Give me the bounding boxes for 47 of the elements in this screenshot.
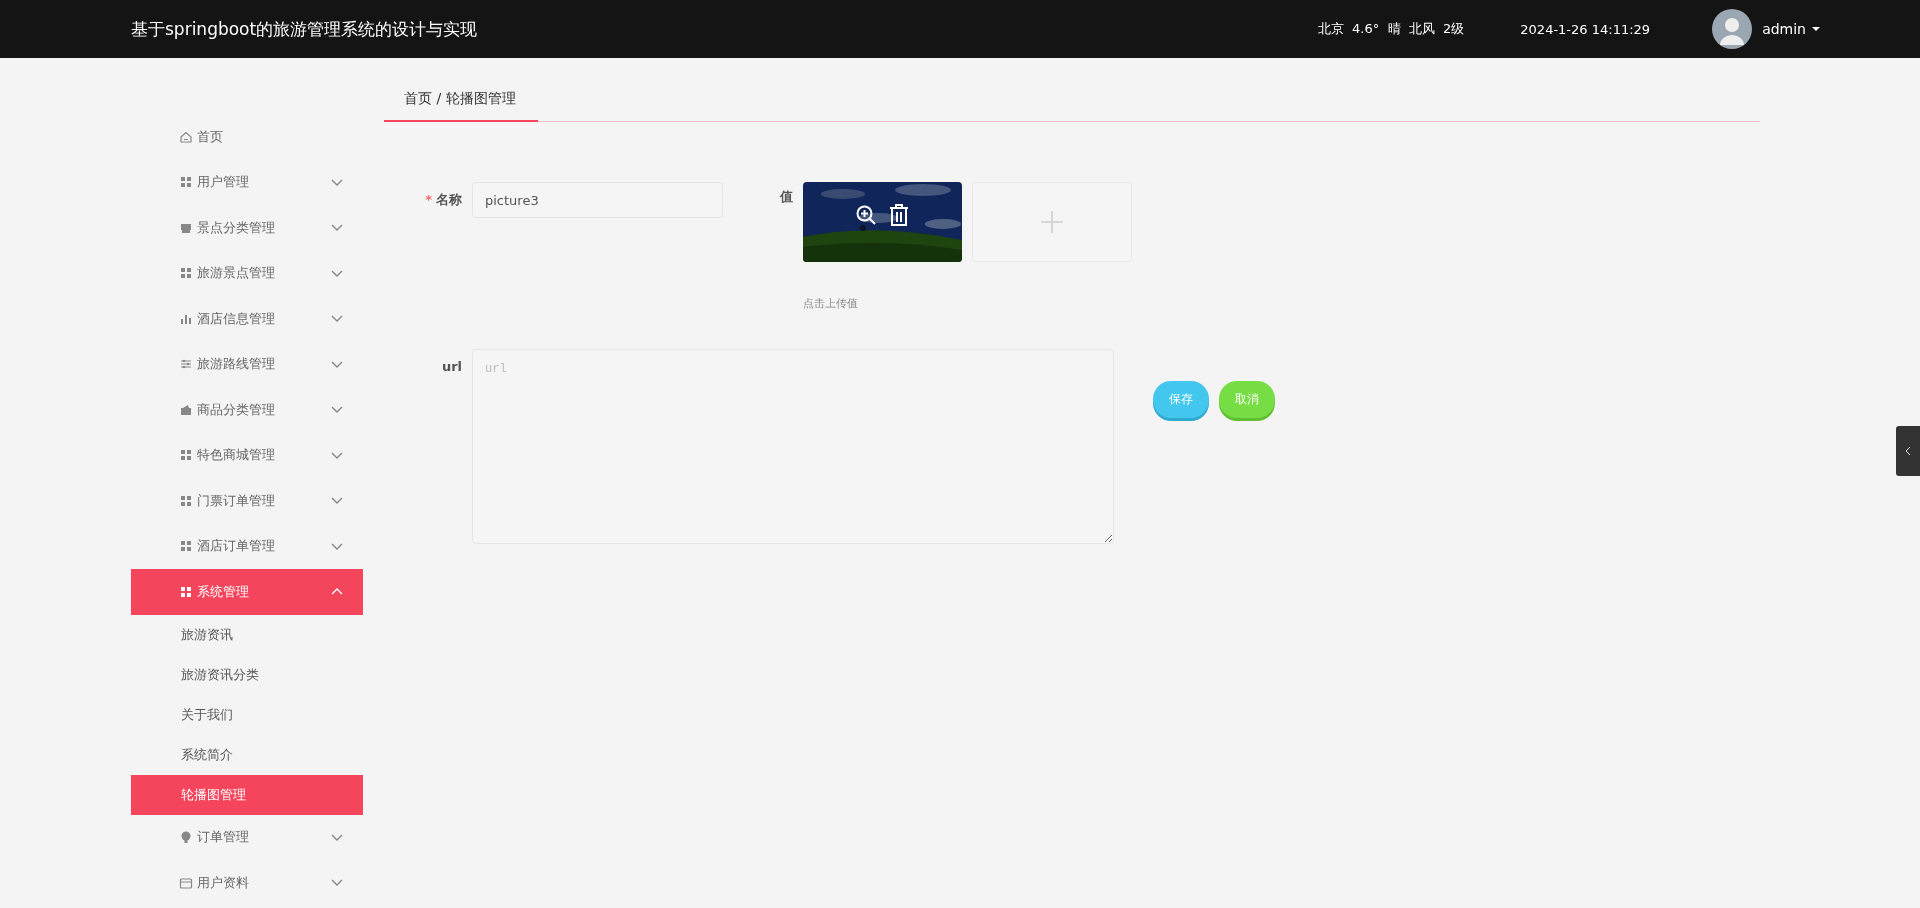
menu-icon [179,830,193,845]
username[interactable]: admin [1762,21,1806,37]
menu-icon [179,875,193,890]
menu-icon [179,539,193,554]
menu-item[interactable]: 用户管理 [131,159,363,205]
name-input[interactable]: picture3 [472,182,723,218]
required-mark: * [425,192,432,207]
submenu-item[interactable]: 关于我们 [131,694,363,735]
menu-item[interactable]: 商品分类管理 [131,387,363,433]
delete-icon[interactable] [889,204,909,226]
menu-icon [179,175,193,190]
menu-item[interactable]: 门票订单管理 [131,478,363,524]
field-label: 值 [780,189,793,204]
menu-icon [179,129,193,144]
menu-icon [179,584,193,599]
avatar-icon[interactable] [1712,9,1753,49]
menu-item[interactable]: 系统管理 [131,569,363,615]
caret-icon[interactable] [1812,26,1820,32]
side-drawer-toggle[interactable] [1896,426,1920,476]
site-title: 基于springboot的旅游管理系统的设计与实现 [131,17,479,41]
menu-item[interactable]: 旅游路线管理 [131,341,363,387]
menu-item[interactable]: 酒店信息管理 [131,296,363,342]
upload-hint: 点击上传值 [803,296,859,311]
menu-item[interactable]: 景点分类管理 [131,205,363,251]
submenu-item[interactable]: 系统简介 [131,734,363,775]
menu-item[interactable]: 用户资料 [131,860,363,906]
menu-item[interactable]: 订单管理 [131,814,363,860]
field-label: url [441,359,462,374]
submenu-item[interactable]: 旅游资讯分类 [131,654,363,695]
breadcrumb: 首页 / 轮播图管理 [384,76,538,122]
zoom-in-icon[interactable] [855,204,877,226]
weather-text: 北京 4.6° 晴 北风 2级 [1317,20,1465,38]
chevron-left-icon [1905,446,1911,456]
submenu-item[interactable]: 旅游资讯 [131,614,363,655]
field-label: 名称 [436,192,462,207]
menu-item[interactable]: 特色商城管理 [131,432,363,478]
menu-icon [179,266,193,281]
submenu-item[interactable]: 轮播图管理 [131,774,363,815]
datetime-text: 2024-1-26 14:11:29 [1520,21,1651,37]
menu-icon [179,448,193,463]
menu-icon [179,402,193,417]
menu-item[interactable]: 旅游景点管理 [131,250,363,296]
menu-item[interactable]: 首页 [131,114,363,160]
menu-icon [179,493,193,508]
menu-item[interactable]: 酒店订单管理 [131,523,363,569]
plus-icon [1041,211,1063,233]
url-textarea[interactable]: url [472,349,1114,544]
